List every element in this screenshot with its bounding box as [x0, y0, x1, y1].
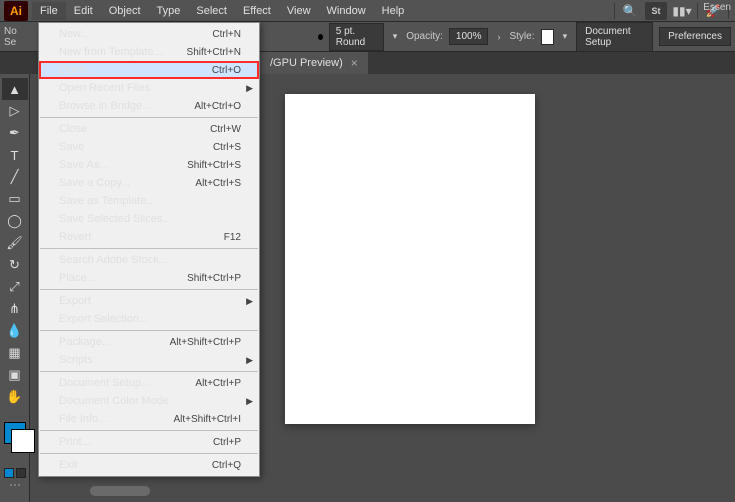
line-tool[interactable]: ╱: [2, 166, 28, 188]
file-menu-document-color-mode[interactable]: Document Color Mode▶: [39, 392, 259, 410]
file-menu-place[interactable]: Place...Shift+Ctrl+P: [39, 269, 259, 287]
preferences-button[interactable]: Preferences: [659, 27, 731, 46]
eyedropper-tool[interactable]: 💧: [2, 320, 28, 342]
stroke-weight-field[interactable]: 5 pt. Round: [329, 23, 384, 51]
pen-tool[interactable]: ✒: [2, 122, 28, 144]
file-menu-scripts[interactable]: Scripts▶: [39, 351, 259, 369]
menu-window[interactable]: Window: [319, 2, 374, 20]
file-menu-close[interactable]: CloseCtrl+W: [39, 120, 259, 138]
chevron-right-icon: ▶: [246, 355, 253, 366]
file-menu-export-selection: Export Selection...: [39, 310, 259, 328]
file-menu-open[interactable]: Open...Ctrl+O: [39, 61, 259, 79]
chevron-right-icon: ▶: [246, 396, 253, 407]
style-label: Style:: [509, 31, 534, 42]
arrange-icon[interactable]: ▮▮▾: [671, 2, 693, 20]
document-setup-button[interactable]: Document Setup: [576, 22, 653, 52]
scale-tool[interactable]: ⤢: [2, 276, 28, 298]
menu-separator: [40, 117, 258, 118]
horizontal-scrollbar[interactable]: [90, 486, 150, 496]
selection-status: No Se: [4, 26, 26, 48]
chevron-right-icon: ▶: [246, 83, 253, 94]
menu-separator: [40, 371, 258, 372]
file-menu-save-a-copy[interactable]: Save a Copy...Alt+Ctrl+S: [39, 174, 259, 192]
menu-type[interactable]: Type: [149, 2, 189, 20]
file-menu-revert[interactable]: RevertF12: [39, 228, 259, 246]
stock-icon[interactable]: St: [645, 2, 667, 20]
search-icon[interactable]: 🔍: [619, 2, 641, 20]
document-tab[interactable]: /GPU Preview) ×: [260, 52, 368, 74]
file-menu-new[interactable]: New...Ctrl+N: [39, 25, 259, 43]
selection-tool[interactable]: ▲: [2, 78, 28, 100]
file-menu-open-recent-files[interactable]: Open Recent Files▶: [39, 79, 259, 97]
app-logo: Ai: [4, 1, 28, 21]
rectangle-tool[interactable]: ▭: [2, 188, 28, 210]
gradient-tool[interactable]: ▦: [2, 342, 28, 364]
opacity-field[interactable]: 100%: [449, 28, 489, 45]
file-menu-document-setup[interactable]: Document Setup...Alt+Ctrl+P: [39, 374, 259, 392]
menu-separator: [40, 430, 258, 431]
rotate-tool[interactable]: ↻: [2, 254, 28, 276]
file-menu-package[interactable]: Package...Alt+Shift+Ctrl+P: [39, 333, 259, 351]
ellipse-tool[interactable]: ◯: [2, 210, 28, 232]
menu-separator: [40, 453, 258, 454]
type-tool[interactable]: T: [2, 144, 28, 166]
menu-edit[interactable]: Edit: [66, 2, 101, 20]
chevron-right-icon[interactable]: ›: [494, 32, 503, 42]
file-menu-save-as-template[interactable]: Save as Template...: [39, 192, 259, 210]
artboard-tool[interactable]: ▣: [2, 364, 28, 386]
menu-file[interactable]: File: [32, 2, 66, 20]
chevron-right-icon: ▶: [246, 296, 253, 307]
file-menu-print[interactable]: Print...Ctrl+P: [39, 433, 259, 451]
menu-separator: [40, 248, 258, 249]
stroke-dot-icon: [318, 34, 323, 40]
menu-effect[interactable]: Effect: [235, 2, 279, 20]
file-menu-save[interactable]: SaveCtrl+S: [39, 138, 259, 156]
file-menu-save-selected-slices[interactable]: Save Selected Slices...: [39, 210, 259, 228]
menu-separator: [40, 289, 258, 290]
menu-view[interactable]: View: [279, 2, 319, 20]
menu-help[interactable]: Help: [374, 2, 413, 20]
chevron-down-icon[interactable]: ▾: [390, 31, 401, 42]
tools-panel: ▲ ▷ ✒ T ╱ ▭ ◯ 🖌 ↻ ⤢ ⋔ 💧 ▦ ▣ ✋: [0, 74, 30, 502]
close-icon[interactable]: ×: [351, 56, 358, 70]
file-menu-search-adobe-stock[interactable]: Search Adobe Stock...: [39, 251, 259, 269]
chevron-down-icon[interactable]: ▾: [560, 31, 571, 42]
paintbrush-tool[interactable]: 🖌: [2, 232, 28, 254]
file-menu-exit[interactable]: ExitCtrl+Q: [39, 456, 259, 474]
draw-mode[interactable]: [4, 468, 26, 478]
menubar: Ai FileEditObjectTypeSelectEffectViewWin…: [0, 0, 735, 22]
fill-stroke-color[interactable]: [4, 422, 26, 444]
artboard-canvas[interactable]: [285, 94, 535, 424]
menu-select[interactable]: Select: [188, 2, 235, 20]
menubar-right: 🔍 St ▮▮▾ 🚀 Essen: [614, 2, 735, 20]
file-menu-save-as[interactable]: Save As...Shift+Ctrl+S: [39, 156, 259, 174]
opacity-label: Opacity:: [406, 31, 443, 42]
file-menu-export[interactable]: Export▶: [39, 292, 259, 310]
style-swatch[interactable]: [541, 29, 554, 45]
hand-tool[interactable]: ✋: [2, 386, 28, 408]
file-menu-dropdown: New...Ctrl+NNew from Template...Shift+Ct…: [38, 22, 260, 477]
document-tab-title: /GPU Preview): [270, 57, 343, 69]
menu-separator: [40, 330, 258, 331]
toolbar-options-icon[interactable]: [5, 484, 25, 490]
workspace-label[interactable]: Essen: [703, 2, 731, 13]
file-menu-browse-in-bridge[interactable]: Browse in Bridge...Alt+Ctrl+O: [39, 97, 259, 115]
menu-object[interactable]: Object: [101, 2, 149, 20]
file-menu-file-info[interactable]: File Info...Alt+Shift+Ctrl+I: [39, 410, 259, 428]
file-menu-new-from-template[interactable]: New from Template...Shift+Ctrl+N: [39, 43, 259, 61]
direct-selection-tool[interactable]: ▷: [2, 100, 28, 122]
width-tool[interactable]: ⋔: [2, 298, 28, 320]
